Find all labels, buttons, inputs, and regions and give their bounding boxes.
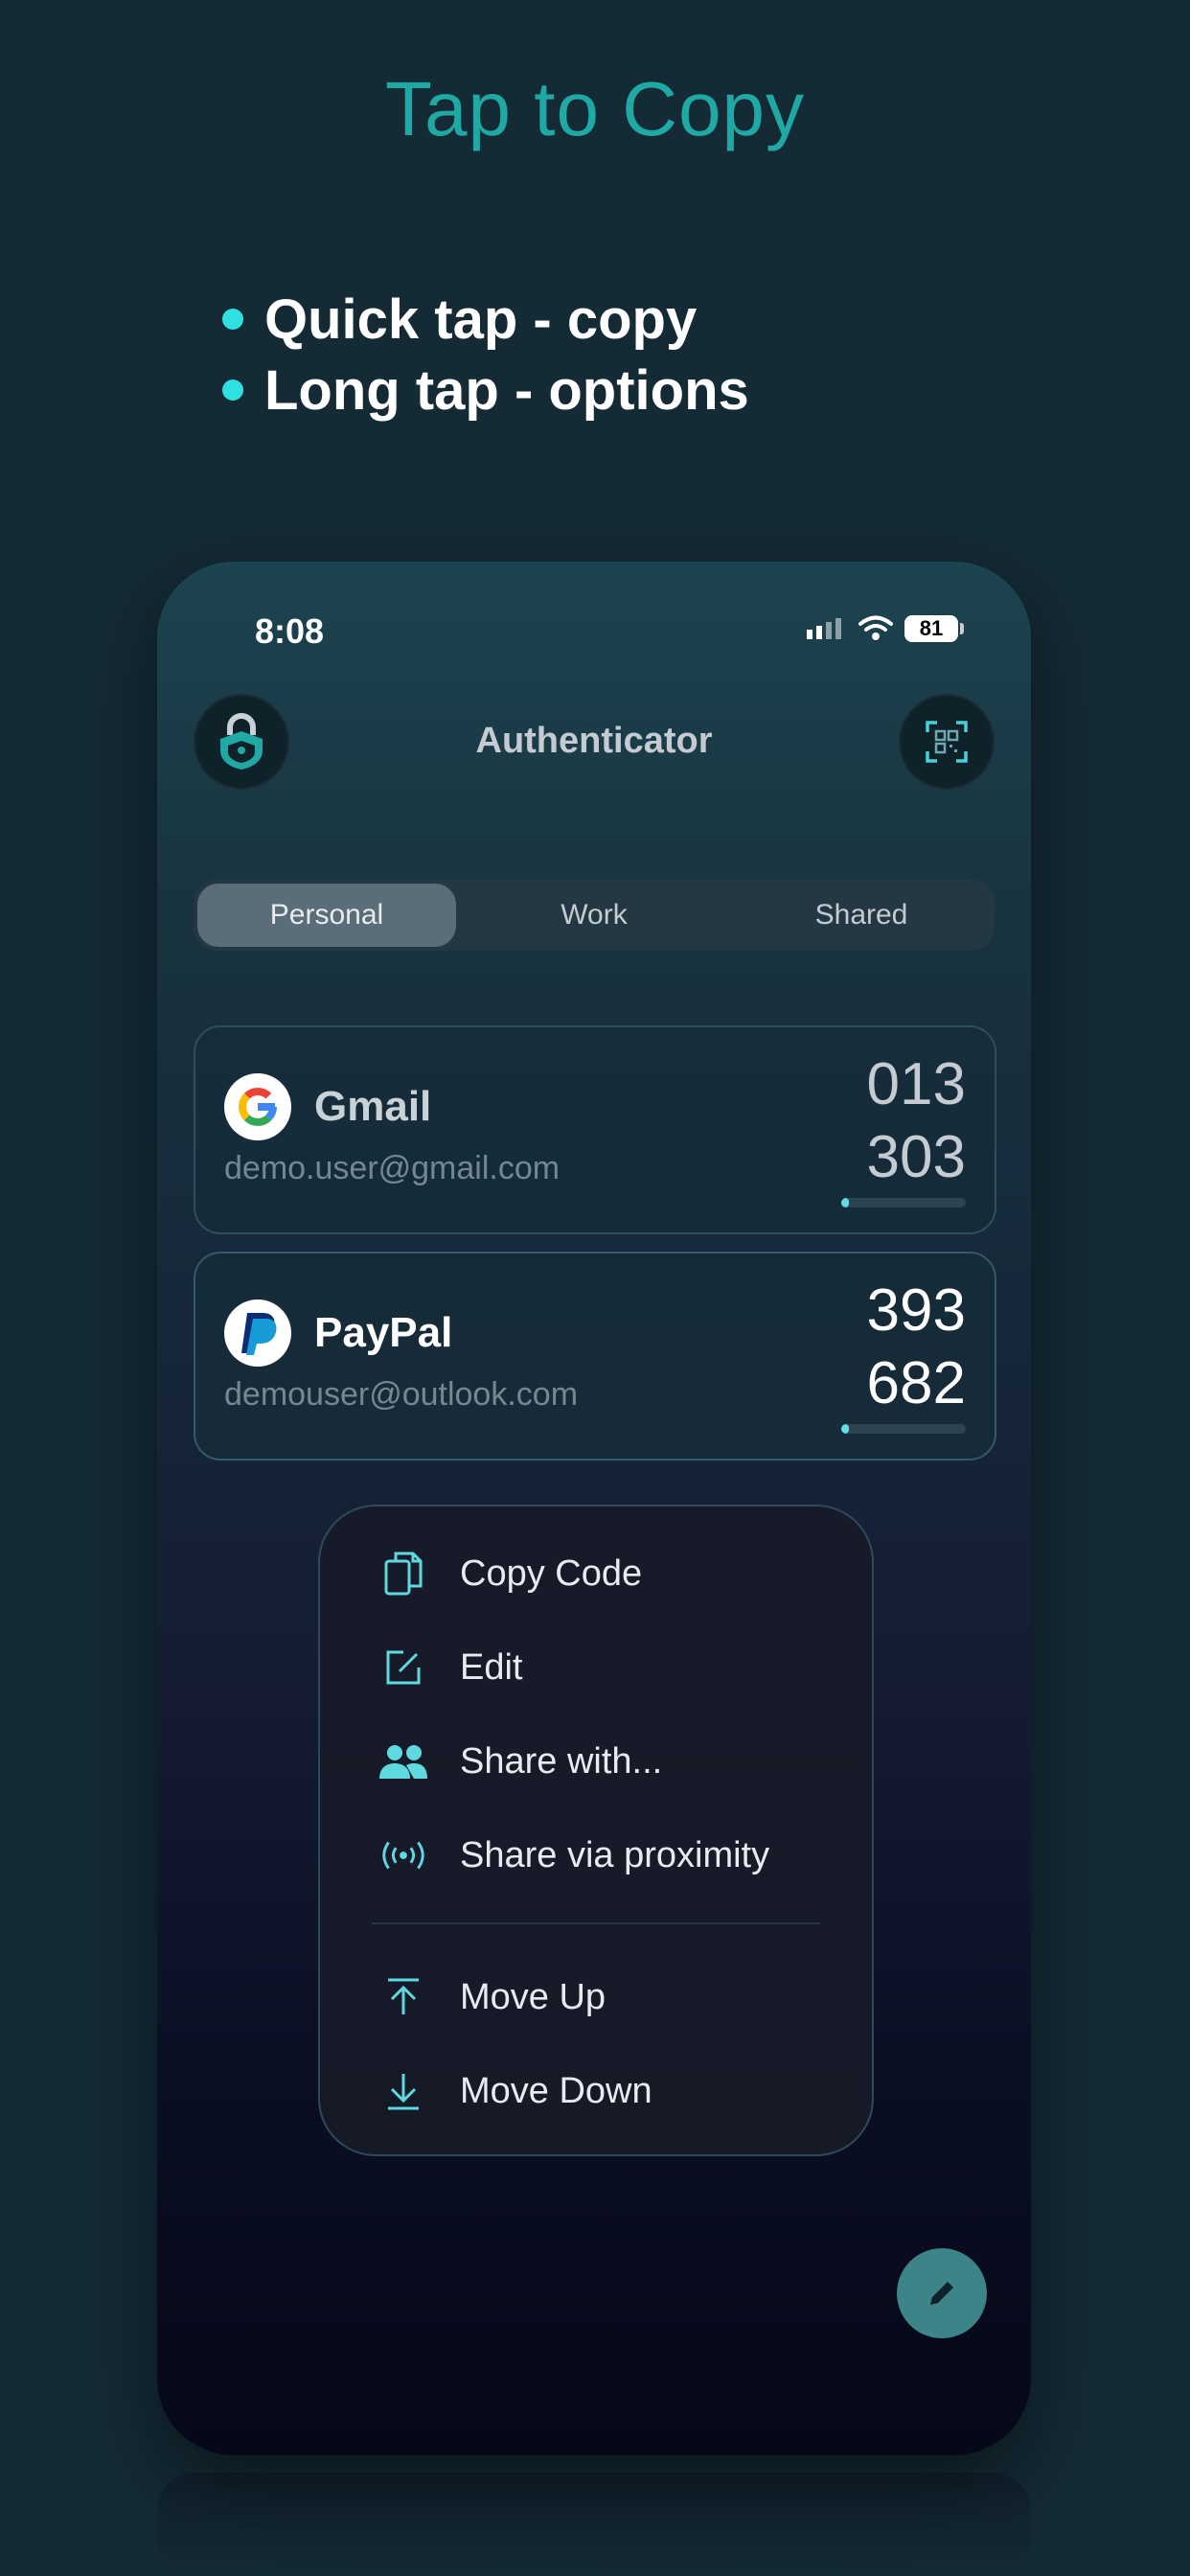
phone-screen: 8:08 81 Authenticator Personal Work Shar…	[157, 562, 1031, 2455]
bullet-item: Long tap - options	[222, 355, 749, 426]
pencil-icon	[930, 2282, 953, 2305]
menu-item-share-proximity[interactable]: Share via proximity	[378, 1827, 769, 1884]
bullet-text: Quick tap - copy	[264, 288, 698, 351]
status-icons: 81	[805, 615, 964, 642]
menu-item-share-with[interactable]: Share with...	[378, 1733, 662, 1790]
qr-scan-icon	[926, 721, 968, 763]
status-time: 8:08	[255, 611, 325, 651]
battery-tip	[960, 623, 964, 634]
wifi-icon	[858, 615, 893, 640]
account-card-gmail[interactable]: Gmail demo.user@gmail.com 013 303	[194, 1025, 996, 1234]
otp-code-bottom: 303	[866, 1124, 966, 1190]
timer-bar-fill	[841, 1424, 849, 1434]
menu-item-label: Move Up	[460, 1976, 606, 2017]
bullet-text: Long tap - options	[264, 358, 749, 422]
category-tabs: Personal Work Shared	[194, 880, 995, 951]
battery-level: 81	[904, 615, 958, 642]
edit-fab-button[interactable]	[897, 2248, 987, 2338]
otp-code-bottom: 682	[866, 1350, 966, 1416]
edit-icon	[378, 1646, 429, 1689]
promo-headline: Tap to Copy	[385, 66, 805, 151]
arrow-up-icon	[378, 1976, 429, 2018]
account-email: demo.user@gmail.com	[224, 1150, 561, 1186]
tab-work[interactable]: Work	[465, 884, 723, 947]
account-email: demouser@outlook.com	[224, 1376, 579, 1413]
context-menu: Copy Code Edit Share with... Share via p…	[318, 1505, 874, 2156]
google-icon	[224, 1073, 291, 1140]
copy-icon	[378, 1550, 429, 1598]
menu-item-copy-code[interactable]: Copy Code	[378, 1545, 642, 1602]
menu-item-move-up[interactable]: Move Up	[378, 1968, 606, 2026]
menu-item-label: Share with...	[460, 1740, 663, 1782]
otp-code-top: 013	[866, 1051, 966, 1117]
service-name: Gmail	[314, 1083, 432, 1130]
bullet-dot	[222, 380, 243, 401]
otp-code-top: 393	[866, 1277, 966, 1344]
menu-item-label: Share via proximity	[460, 1834, 770, 1875]
tab-shared[interactable]: Shared	[732, 884, 991, 947]
app-bar: Authenticator	[157, 694, 1031, 790]
bullet-item: Quick tap - copy	[222, 284, 749, 355]
menu-item-label: Edit	[460, 1646, 523, 1688]
menu-item-label: Move Down	[460, 2070, 652, 2111]
proximity-icon	[378, 1836, 429, 1874]
timer-bar	[841, 1198, 966, 1208]
paypal-icon	[224, 1300, 291, 1367]
signal-icon	[807, 618, 841, 639]
phone-reflection	[157, 2472, 1031, 2576]
menu-item-label: Copy Code	[460, 1552, 643, 1594]
arrow-down-icon	[378, 2070, 429, 2112]
account-card-paypal[interactable]: PayPal demouser@outlook.com 393 682	[194, 1252, 996, 1460]
people-icon	[378, 1742, 429, 1781]
tab-personal[interactable]: Personal	[197, 884, 456, 947]
menu-divider	[372, 1922, 820, 1924]
service-name: PayPal	[314, 1309, 453, 1356]
bullet-dot	[222, 309, 243, 330]
menu-item-edit[interactable]: Edit	[378, 1639, 522, 1696]
menu-item-move-down[interactable]: Move Down	[378, 2062, 652, 2120]
qr-scan-button[interactable]	[899, 694, 995, 790]
promo-bullets: Quick tap - copy Long tap - options	[222, 284, 749, 426]
timer-bar-fill	[841, 1198, 849, 1208]
timer-bar	[841, 1424, 966, 1434]
status-bar: 8:08 81	[157, 611, 1031, 659]
